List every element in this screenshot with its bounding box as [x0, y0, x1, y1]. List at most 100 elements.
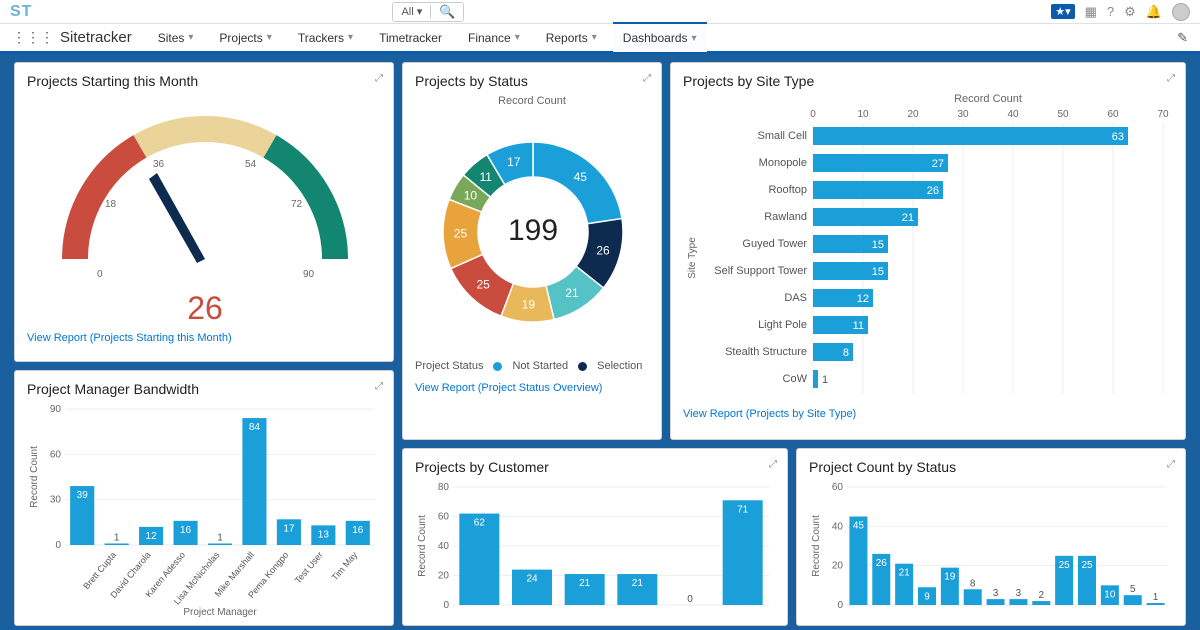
card-pm-bandwidth: Project Manager Bandwidth ⤢ 0306090391Br… [14, 370, 394, 626]
card-projects-starting: Projects Starting this Month ⤢ 0 18 36 5… [14, 62, 394, 362]
app-logo: ST [10, 3, 32, 21]
svg-text:1: 1 [217, 532, 223, 543]
svg-text:39: 39 [77, 490, 89, 501]
app-launcher-icon[interactable]: ⋮⋮⋮ [12, 29, 54, 46]
expand-icon[interactable]: ⤢ [769, 459, 777, 470]
svg-text:71: 71 [737, 504, 749, 515]
svg-text:60: 60 [832, 482, 844, 493]
svg-text:Monopole: Monopole [759, 157, 807, 169]
nav-timetracker[interactable]: Timetracker [369, 23, 452, 53]
svg-text:2: 2 [1039, 590, 1045, 601]
svg-text:13: 13 [318, 529, 330, 540]
nav-finance[interactable]: Finance▾ [458, 23, 530, 53]
svg-text:50: 50 [1057, 109, 1069, 120]
svg-text:0: 0 [55, 540, 61, 551]
svg-text:1: 1 [1153, 592, 1159, 603]
svg-text:10: 10 [857, 109, 869, 120]
bar-chart: 0306090391Brett Cupta12David Charola16Ka… [27, 397, 383, 617]
app-name: Sitetracker [60, 29, 132, 46]
view-report-link[interactable]: View Report (Projects by Site Type) [683, 408, 1173, 420]
nav-projects[interactable]: Projects▾ [209, 23, 281, 53]
svg-text:Self Support Tower: Self Support Tower [714, 265, 807, 277]
svg-text:26: 26 [927, 185, 939, 197]
search-scope[interactable]: All ▾ [393, 5, 431, 18]
card-title: Projects Starting this Month [27, 73, 381, 89]
card-project-count-by-status: Project Count by Status ⤢ 02040604526219… [796, 448, 1186, 626]
svg-text:84: 84 [249, 422, 261, 433]
svg-text:Rooftop: Rooftop [768, 184, 807, 196]
svg-text:21: 21 [565, 286, 579, 300]
svg-text:45: 45 [853, 521, 865, 532]
edit-icon[interactable]: ✎ [1177, 30, 1188, 46]
svg-text:0: 0 [837, 600, 843, 611]
svg-text:Small Cell: Small Cell [757, 130, 807, 142]
card-projects-by-customer: Projects by Customer ⤢ 02040608062242121… [402, 448, 788, 626]
nav-sites[interactable]: Sites▾ [148, 23, 204, 53]
svg-text:18: 18 [105, 199, 117, 210]
svg-text:3: 3 [993, 588, 999, 599]
svg-text:62: 62 [474, 518, 486, 529]
svg-text:90: 90 [50, 404, 62, 415]
svg-text:9: 9 [924, 591, 930, 602]
svg-text:19: 19 [944, 572, 956, 583]
svg-text:25: 25 [1059, 560, 1071, 571]
card-title: Project Manager Bandwidth [27, 381, 381, 397]
svg-text:17: 17 [507, 155, 521, 169]
svg-text:45: 45 [574, 170, 588, 184]
svg-text:12: 12 [857, 293, 869, 305]
chevron-down-icon: ▾ [692, 33, 697, 44]
nav-reports[interactable]: Reports▾ [536, 23, 607, 53]
svg-text:Project Manager: Project Manager [183, 607, 257, 617]
chevron-down-icon: ▾ [515, 32, 520, 43]
expand-icon[interactable]: ⤢ [1167, 459, 1175, 470]
svg-text:3: 3 [1016, 588, 1022, 599]
search-icon[interactable]: 🔍 [431, 4, 463, 20]
svg-text:Record Count: Record Count [417, 515, 428, 577]
svg-text:17: 17 [283, 523, 295, 534]
card-projects-by-site-type: Projects by Site Type ⤢ Record Count 010… [670, 62, 1186, 440]
svg-text:Record Count: Record Count [811, 515, 822, 577]
svg-text:Tim May: Tim May [330, 549, 360, 582]
nav-trackers[interactable]: Trackers▾ [288, 23, 363, 53]
svg-text:Test User: Test User [293, 550, 325, 586]
svg-text:Stealth Structure: Stealth Structure [725, 346, 807, 358]
svg-text:8: 8 [843, 347, 849, 359]
avatar[interactable] [1172, 3, 1190, 21]
nav-dashboards[interactable]: Dashboards▾ [613, 22, 707, 52]
svg-text:19: 19 [522, 297, 536, 311]
header-actions: ★▾ ▦ ? ⚙ 🔔 [1051, 3, 1190, 21]
expand-icon[interactable]: ⤢ [375, 381, 383, 392]
card-projects-by-status: Projects by Status ⤢ Record Count 452621… [402, 62, 662, 440]
svg-text:0: 0 [810, 109, 816, 120]
grid-icon[interactable]: ▦ [1085, 4, 1097, 20]
svg-text:199: 199 [508, 214, 558, 247]
svg-text:70: 70 [1157, 109, 1169, 120]
svg-text:36: 36 [153, 159, 165, 170]
chart-subtitle: Record Count [415, 95, 649, 107]
bell-icon[interactable]: 🔔 [1146, 4, 1162, 20]
svg-text:25: 25 [476, 278, 490, 292]
settings-icon[interactable]: ⚙ [1124, 4, 1136, 20]
svg-text:21: 21 [632, 578, 644, 589]
svg-text:72: 72 [291, 199, 303, 210]
view-report-link[interactable]: View Report (Project Status Overview) [415, 382, 649, 394]
svg-text:0: 0 [687, 594, 693, 605]
expand-icon[interactable]: ⤢ [643, 73, 651, 84]
chart-legend: Project Status Not Started Selection [415, 360, 649, 372]
svg-text:21: 21 [579, 578, 591, 589]
svg-text:40: 40 [438, 541, 450, 552]
svg-text:10: 10 [1104, 589, 1116, 600]
svg-text:25: 25 [1081, 560, 1093, 571]
global-search[interactable]: All ▾ 🔍 [392, 2, 464, 22]
svg-text:15: 15 [872, 239, 884, 251]
view-report-link[interactable]: View Report (Projects Starting this Mont… [27, 332, 381, 344]
help-icon[interactable]: ? [1107, 4, 1114, 19]
chevron-down-icon: ▾ [592, 32, 597, 43]
expand-icon[interactable]: ⤢ [375, 73, 383, 84]
gauge-chart: 0 18 36 54 72 90 26 [27, 89, 383, 329]
svg-text:12: 12 [146, 531, 158, 542]
donut-chart: 452621192525101117 199 [415, 107, 651, 357]
expand-icon[interactable]: ⤢ [1167, 73, 1175, 84]
svg-text:26: 26 [187, 290, 223, 326]
favorites-icon[interactable]: ★▾ [1051, 4, 1074, 19]
